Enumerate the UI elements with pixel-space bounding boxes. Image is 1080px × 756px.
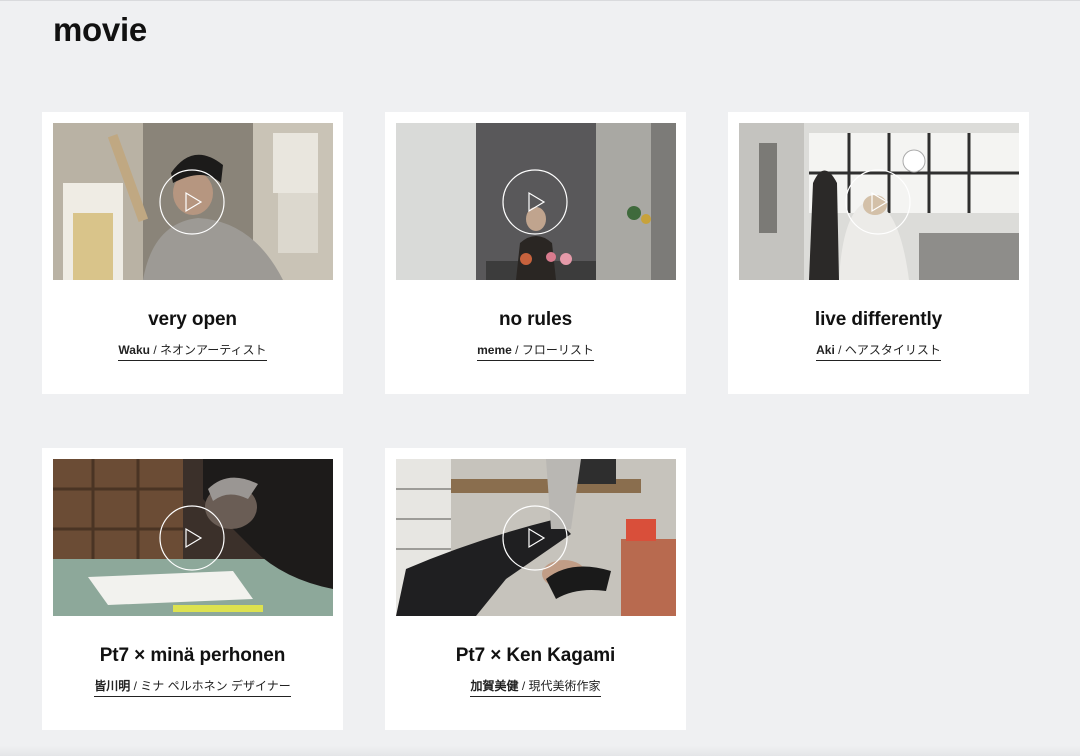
credit-role: ネオンアーティスト bbox=[160, 343, 267, 357]
card-title: live differently bbox=[814, 309, 943, 330]
play-button[interactable] bbox=[159, 169, 225, 235]
play-button[interactable] bbox=[502, 169, 568, 235]
credit-role: ミナ ペルホネン デザイナー bbox=[140, 679, 291, 693]
video-card[interactable]: live differently Aki / ヘアスタイリスト bbox=[728, 112, 1029, 394]
card-title: no rules bbox=[498, 309, 573, 330]
video-card[interactable]: Pt7 × Ken Kagami 加賀美健 / 現代美術作家 bbox=[385, 448, 686, 730]
credit-name: Waku bbox=[118, 343, 150, 357]
credit-link[interactable]: 加賀美健 / 現代美術作家 bbox=[470, 678, 601, 697]
video-thumbnail[interactable] bbox=[53, 123, 333, 280]
card-title: very open bbox=[148, 309, 237, 330]
video-card[interactable]: no rules meme / フローリスト bbox=[385, 112, 686, 394]
play-button[interactable] bbox=[845, 169, 911, 235]
play-icon bbox=[845, 169, 911, 235]
credit-separator: / bbox=[511, 343, 522, 357]
play-icon bbox=[502, 169, 568, 235]
video-thumbnail[interactable] bbox=[739, 123, 1019, 280]
credit-name: Aki bbox=[816, 343, 835, 357]
video-card[interactable]: Pt7 × minä perhonen 皆川明 / ミナ ペルホネン デザイナー bbox=[42, 448, 343, 730]
card-title: Pt7 × minä perhonen bbox=[99, 645, 286, 666]
credit-separator: / bbox=[518, 679, 529, 693]
credit-role: 現代美術作家 bbox=[528, 679, 601, 693]
play-icon bbox=[502, 505, 568, 571]
video-card[interactable]: very open Waku / ネオンアーティスト bbox=[42, 112, 343, 394]
video-thumbnail[interactable] bbox=[396, 459, 676, 616]
credit-role: ヘアスタイリスト bbox=[844, 343, 941, 357]
play-icon bbox=[159, 505, 225, 571]
video-thumbnail[interactable] bbox=[396, 123, 676, 280]
credit-separator: / bbox=[130, 679, 141, 693]
card-title: Pt7 × Ken Kagami bbox=[455, 645, 616, 666]
credit-link[interactable]: Waku / ネオンアーティスト bbox=[118, 342, 267, 361]
credit-separator: / bbox=[149, 343, 160, 357]
credit-link[interactable]: 皆川明 / ミナ ペルホネン デザイナー bbox=[94, 678, 291, 697]
credit-role: フローリスト bbox=[521, 343, 594, 357]
play-button[interactable] bbox=[502, 505, 568, 571]
play-button[interactable] bbox=[159, 505, 225, 571]
credit-name: 皆川明 bbox=[94, 679, 131, 693]
credit-name: 加賀美健 bbox=[470, 679, 519, 693]
credit-link[interactable]: Aki / ヘアスタイリスト bbox=[816, 342, 941, 361]
page-title: movie bbox=[53, 11, 147, 48]
video-thumbnail[interactable] bbox=[53, 459, 333, 616]
credit-separator: / bbox=[834, 343, 845, 357]
page-bottom-edge bbox=[0, 746, 1080, 756]
credit-link[interactable]: meme / フローリスト bbox=[477, 342, 594, 361]
credit-name: meme bbox=[477, 343, 512, 357]
play-icon bbox=[159, 169, 225, 235]
